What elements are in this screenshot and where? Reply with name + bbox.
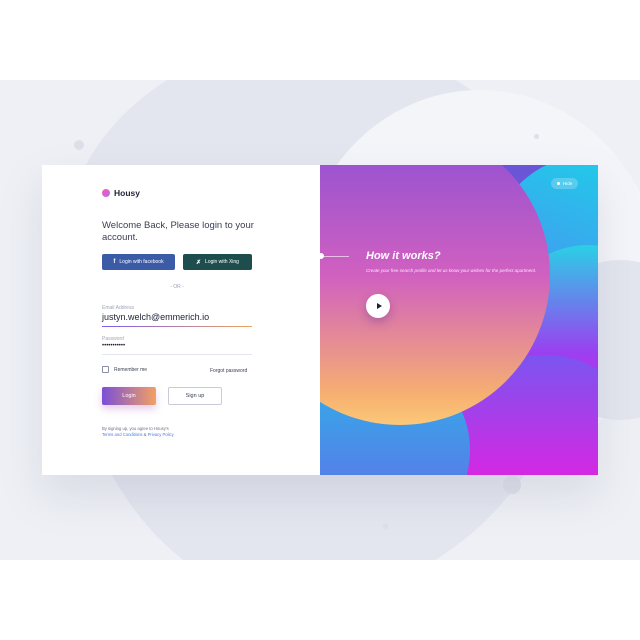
hide-button[interactable]: Hide	[551, 178, 579, 189]
or-divider: - OR -	[170, 284, 184, 290]
xing-button-label: Login with Xing	[205, 259, 239, 265]
terms-notice: By signing up, you agree to Housy's Term…	[102, 426, 212, 438]
login-facebook-button[interactable]: f Login with facebook	[102, 254, 175, 270]
login-card: Housy Welcome Back, Please login to your…	[42, 165, 598, 475]
remember-label: Remember me	[114, 366, 148, 373]
facebook-button-label: Login with facebook	[119, 259, 164, 265]
xing-icon: ✗	[196, 259, 202, 266]
promo-description: Create your free search profile and let …	[366, 268, 537, 273]
decor-dot	[383, 524, 388, 529]
housy-logo-icon	[102, 189, 110, 197]
login-panel: Housy Welcome Back, Please login to your…	[42, 165, 320, 475]
login-xing-button[interactable]: ✗ Login with Xing	[183, 254, 252, 270]
decor-dot	[534, 134, 539, 139]
social-login-group: f Login with facebook ✗ Login with Xing	[102, 254, 252, 270]
promo-panel: Hide How it works? Create your free sear…	[320, 165, 598, 475]
play-button[interactable]	[366, 294, 390, 318]
email-label: Email Address	[102, 305, 134, 311]
play-icon	[376, 303, 382, 309]
terms-link[interactable]: Terms and Conditions	[102, 432, 143, 437]
brand-name: Housy	[114, 188, 140, 198]
email-underline	[102, 326, 252, 327]
hide-icon	[557, 182, 560, 185]
facebook-icon: f	[113, 259, 116, 265]
forgot-password-link[interactable]: Forgot password	[210, 368, 247, 374]
brand-logo[interactable]: Housy	[102, 188, 140, 198]
email-field[interactable]: justyn.welch@emmerich.io	[102, 312, 209, 322]
password-field[interactable]: •••••••••••	[102, 343, 125, 349]
signup-button[interactable]: Sign up	[168, 387, 222, 405]
privacy-link[interactable]: Privacy Policy	[148, 432, 174, 437]
remember-me[interactable]: Remember me	[102, 366, 147, 373]
password-label: Password	[102, 336, 124, 342]
panel-connector-dot	[318, 253, 324, 259]
promo-title: How it works?	[366, 250, 441, 262]
login-button[interactable]: Login	[102, 387, 156, 405]
terms-prefix: By signing up, you agree to Housy's	[102, 426, 169, 431]
hide-label: Hide	[563, 181, 573, 186]
form-actions: Login Sign up	[102, 387, 222, 405]
password-underline	[102, 354, 252, 355]
welcome-heading: Welcome Back, Please login to your accou…	[102, 220, 254, 243]
remember-checkbox[interactable]	[102, 366, 109, 373]
decor-dot	[74, 140, 84, 150]
decor-dot	[503, 476, 521, 494]
